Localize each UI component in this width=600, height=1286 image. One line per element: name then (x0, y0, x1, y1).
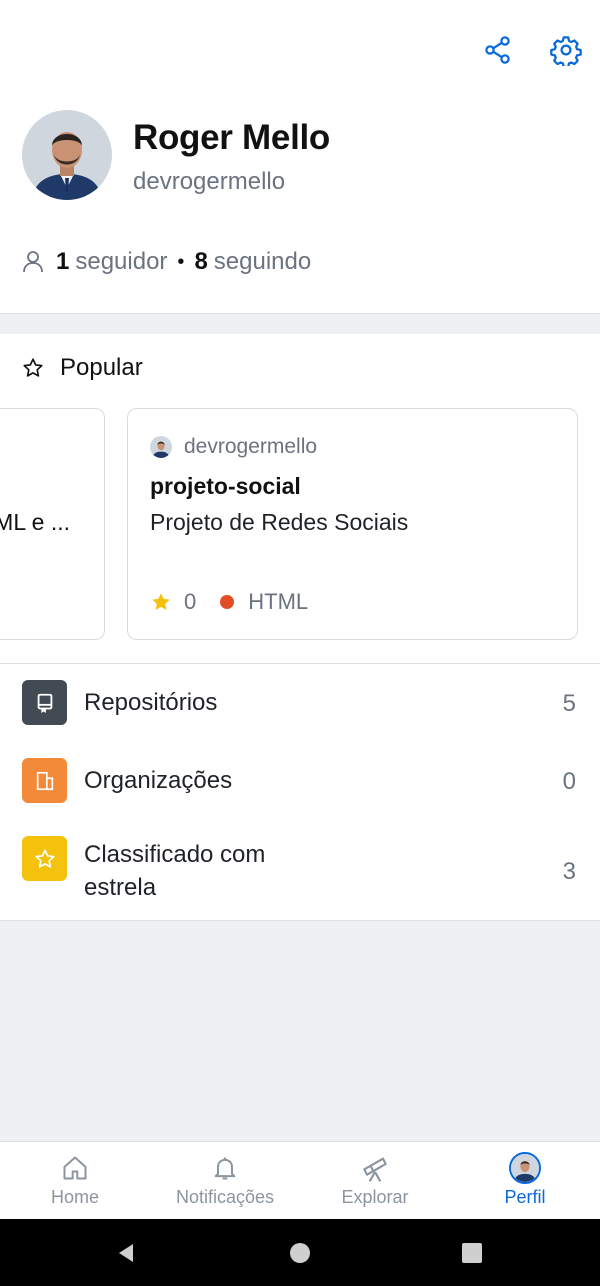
menu-label: Organizações (84, 767, 233, 794)
repo-icon (22, 680, 67, 725)
stars-count: 0 (184, 589, 197, 614)
repo-owner: devrogermello (150, 435, 317, 459)
person-icon (23, 251, 43, 273)
telescope-icon (363, 1157, 387, 1182)
profile-name: Roger Mello (133, 118, 330, 157)
repo-card[interactable]: devrogermello projeto-social Projeto de … (127, 408, 578, 640)
following-label: seguindo (213, 248, 312, 275)
avatar (509, 1152, 541, 1184)
avatar[interactable] (22, 110, 112, 200)
repo-meta: 0 HTML (150, 589, 308, 615)
popular-section: Popular ML e ... devrogermello projeto-s… (0, 334, 600, 664)
bottom-tab-bar: Home Notificações Explorar Perfil (0, 1141, 600, 1219)
separator-dot: • (177, 250, 185, 273)
tab-label: Perfil (504, 1187, 546, 1207)
tab-label: Home (50, 1187, 99, 1207)
system-nav-bar (0, 1219, 600, 1286)
profile-section: Roger Mello devrogermello 1 seguidor • 8… (0, 100, 600, 314)
settings-button[interactable] (546, 30, 586, 70)
repo-name: projeto-social (150, 473, 301, 499)
followers-count: 1 (56, 248, 70, 275)
tab-label: Explorar (341, 1187, 409, 1207)
menu-count: 5 (562, 690, 576, 717)
repo-card[interactable]: ML e ... (0, 408, 105, 640)
profile-menu: Repositórios 5 Organizações 0 Classifica… (0, 664, 600, 921)
tab-home[interactable]: Home (0, 1142, 150, 1220)
menu-item-repositories[interactable]: Repositórios 5 (0, 664, 600, 742)
home-circle-icon[interactable] (288, 1241, 312, 1265)
tab-explore[interactable]: Explorar (300, 1142, 450, 1220)
star-icon (152, 593, 170, 610)
menu-item-organizations[interactable]: Organizações 0 (0, 742, 600, 820)
avatar (150, 436, 172, 458)
owner-login: devrogermello (184, 435, 318, 458)
tab-label: Notificações (175, 1187, 275, 1207)
share-icon (485, 36, 510, 64)
repo-description: ML e ... (0, 509, 70, 535)
profile-login: devrogermello (133, 168, 286, 195)
share-button[interactable] (478, 30, 518, 70)
star-outline-icon (23, 358, 43, 377)
menu-count: 0 (562, 768, 576, 795)
popular-title: Popular (60, 354, 143, 381)
menu-count: 3 (562, 858, 576, 885)
language-color-dot (220, 595, 235, 609)
home-icon (63, 1156, 87, 1180)
tab-profile[interactable]: Perfil (450, 1142, 600, 1220)
following-count: 8 (194, 248, 208, 275)
tab-notifications[interactable]: Notificações (150, 1142, 300, 1220)
recents-icon[interactable] (460, 1241, 484, 1265)
menu-item-starred[interactable]: Classificado com estrela 3 (0, 820, 600, 920)
organization-icon (22, 758, 67, 803)
gear-icon (550, 36, 582, 66)
star-icon (22, 836, 67, 881)
repo-language: HTML (248, 589, 309, 614)
follow-stats[interactable]: 1 seguidor • 8 seguindo (22, 248, 311, 276)
menu-label: Repositórios (84, 689, 218, 716)
back-icon[interactable] (114, 1241, 138, 1265)
followers-label: seguidor (75, 248, 168, 275)
repo-description: Projeto de Redes Sociais (150, 509, 409, 535)
menu-label: Classificado com estrela (84, 841, 266, 901)
bell-icon (214, 1157, 236, 1180)
popular-header: Popular (22, 354, 143, 382)
top-bar (0, 0, 600, 100)
